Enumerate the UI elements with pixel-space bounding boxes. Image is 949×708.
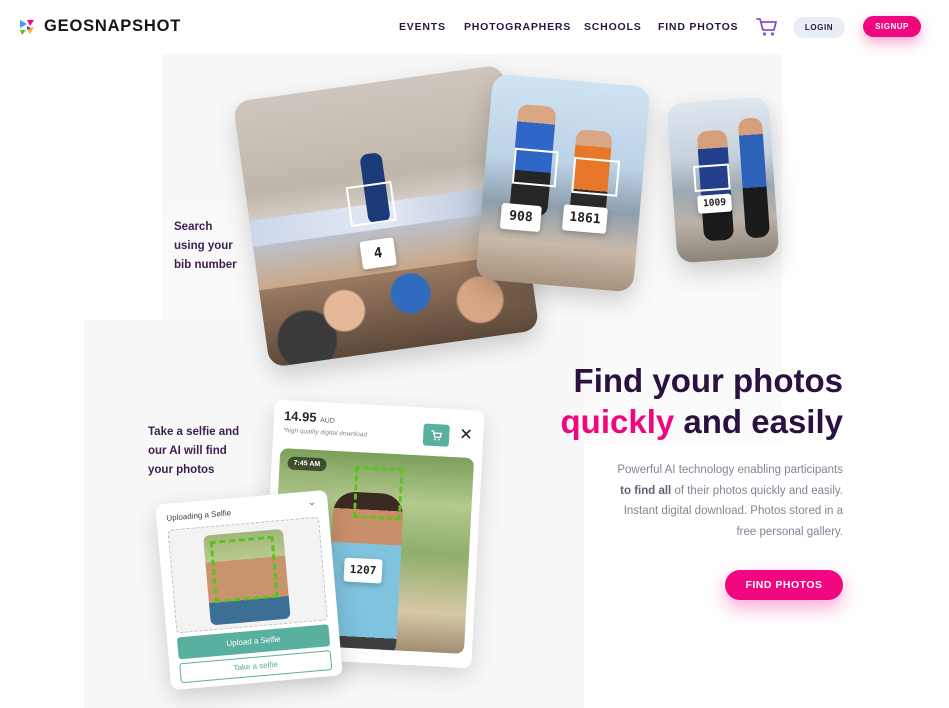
- hero-title-line2: quickly and easily: [561, 401, 843, 442]
- logo-icon: [20, 19, 34, 35]
- site-header: GEOSNAPSHOT EVENTS PHOTOGRAPHERS SCHOOLS…: [0, 0, 949, 54]
- bib-caption-line: bib number: [174, 259, 237, 271]
- hero-desc-line: Powerful AI technology enabling particip…: [617, 464, 843, 476]
- signup-button[interactable]: SIGNUP: [863, 16, 921, 37]
- hero-title: Find your photos quickly and easily: [561, 360, 843, 442]
- nav-events[interactable]: EVENTS: [399, 21, 446, 33]
- bib-tag: 4: [359, 237, 397, 270]
- photo-time: 7:45 AM: [287, 456, 327, 472]
- price-subtitle: *high quality digital download: [283, 427, 368, 439]
- selfie-caption: Take a selfie and our AI will find your …: [148, 423, 239, 480]
- price-row: 14.95 AUD: [284, 408, 336, 426]
- bib-tag: 1861: [561, 204, 608, 234]
- bib-caption: Search using your bib number: [174, 218, 237, 275]
- hero-desc-rest: of their photos quickly and easily.: [671, 484, 843, 497]
- selfie-caption-line: Take a selfie and: [148, 426, 240, 438]
- race-photo-2: 908 1861: [475, 73, 651, 293]
- bib-detection-box: [571, 156, 621, 197]
- hero-title-rest: and easily: [674, 403, 843, 440]
- runner-figure: [737, 117, 771, 239]
- page: GEOSNAPSHOT EVENTS PHOTOGRAPHERS SCHOOLS…: [0, 0, 949, 708]
- nav-photographers[interactable]: PHOTOGRAPHERS: [464, 21, 571, 33]
- hero-title-line1: Find your photos: [573, 362, 843, 399]
- hero-description: Powerful AI technology enabling particip…: [563, 460, 843, 542]
- bib-detection-box: [692, 163, 731, 192]
- find-photos-button[interactable]: FIND PHOTOS: [725, 570, 843, 600]
- nav-schools[interactable]: SCHOOLS: [584, 21, 642, 33]
- close-icon[interactable]: ✕: [459, 424, 473, 445]
- hero-desc-line: to find all of their photos quickly and …: [563, 481, 843, 502]
- price: 14.95: [283, 408, 317, 425]
- hero-desc-bold: to find all: [620, 484, 672, 497]
- bib-caption-line: using your: [174, 240, 233, 252]
- brand-logo[interactable]: GEOSNAPSHOT: [18, 17, 181, 36]
- hero-desc-line: free personal gallery.: [736, 525, 843, 538]
- selfie-caption-line: your photos: [148, 464, 215, 476]
- upload-title: Uploading a Selfie: [166, 508, 232, 523]
- bib-tag: 908: [499, 202, 542, 233]
- chevron-down-icon[interactable]: ⌄: [307, 497, 316, 509]
- brand-name: GEOSNAPSHOT: [44, 17, 182, 35]
- face-detection-box: [352, 465, 404, 521]
- selfie-caption-line: our AI will find: [148, 445, 227, 457]
- bib-tag: 1009: [697, 193, 733, 214]
- face-detection-box: [209, 535, 279, 604]
- cart-icon[interactable]: [756, 17, 778, 37]
- bib-detection-box: [511, 147, 559, 188]
- cart-icon: [431, 430, 443, 441]
- hero-title-highlight: quickly: [560, 403, 675, 440]
- bib-caption-line: Search: [174, 221, 213, 233]
- add-to-cart-button[interactable]: [422, 423, 450, 447]
- bib-tag: 1207: [343, 557, 383, 584]
- nav-find-photos[interactable]: FIND PHOTOS: [658, 21, 738, 33]
- hero-desc-line: Instant digital download. Photos stored …: [623, 505, 843, 517]
- currency: AUD: [319, 417, 335, 425]
- bib-detection-box: [345, 180, 397, 227]
- upload-selfie-card: Uploading a Selfie ⌄ Upload a Selfie Tak…: [155, 489, 343, 691]
- login-button[interactable]: LOGIN: [793, 17, 845, 38]
- race-photo-3: 1009: [666, 96, 780, 264]
- selfie-dropzone[interactable]: [167, 516, 328, 634]
